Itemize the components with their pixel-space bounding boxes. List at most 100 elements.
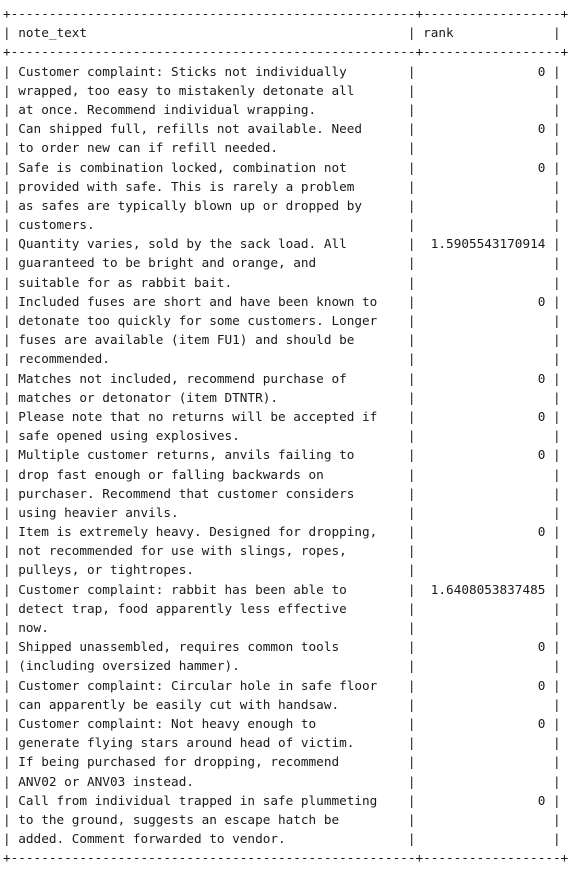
table-row-line: | Quantity varies, sold by the sack load…: [3, 236, 561, 252]
column-header-note-text: note_text: [18, 25, 88, 41]
table-row-line: | (including oversized hammer). | |: [3, 658, 561, 674]
table-row-line: | Matches not included, recommend purcha…: [3, 370, 561, 386]
table-row-line: | safe opened using explosives. | |: [3, 428, 561, 444]
note-text-cell-line: recommended.: [18, 351, 110, 367]
table-row-line: | not recommended for use with slings, r…: [3, 543, 561, 559]
table-header-separator: +---------------------------------------…: [3, 44, 569, 60]
note-text-cell-line: Call from individual trapped in safe plu…: [18, 792, 378, 808]
rank-cell: 1.6408053837485: [430, 581, 546, 597]
note-text-cell-line: Customer complaint: Circular hole in saf…: [18, 677, 378, 693]
table-row-line: | If being purchased for dropping, recom…: [3, 754, 561, 770]
table-row-line: | Please note that no returns will be ac…: [3, 408, 561, 424]
note-text-cell-line: Safe is combination locked, combination …: [18, 159, 347, 175]
note-text-cell-line: Multiple customer returns, anvils failin…: [18, 447, 355, 463]
note-text-cell-line: as safes are typically blown up or dropp…: [18, 197, 363, 213]
note-text-cell-line: safe opened using explosives.: [18, 428, 240, 444]
table-row-line: | Safe is combination locked, combinatio…: [3, 159, 561, 175]
table-row-line: | Call from individual trapped in safe p…: [3, 792, 561, 808]
table-row-line: | at once. Recommend individual wrapping…: [3, 101, 561, 117]
note-text-cell-line: to the ground, suggests an escape hatch …: [18, 811, 340, 827]
table-row-line: | Multiple customer returns, anvils fail…: [3, 447, 561, 463]
rank-cell: 0: [537, 639, 546, 655]
note-text-cell-line: to order new can if refill needed.: [18, 140, 278, 156]
rank-cell: 0: [537, 293, 546, 309]
rank-cell: 0: [537, 408, 546, 424]
table-row-line: | Customer complaint: Sticks not individ…: [3, 63, 561, 79]
table-row-line: | Shipped unassembled, requires common t…: [3, 639, 561, 655]
note-text-cell-line: Please note that no returns will be acce…: [18, 408, 378, 424]
note-text-cell-line: Included fuses are short and have been k…: [18, 293, 378, 309]
table-row-line: | customers. | |: [3, 217, 561, 233]
note-text-cell-line: Customer complaint: Not heavy enough to: [18, 715, 317, 731]
note-text-cell-line: suitable for as rabbit bait.: [18, 274, 233, 290]
table-border-top: +---------------------------------------…: [3, 6, 569, 21]
query-result-console: +---------------------------------------…: [0, 0, 572, 875]
table-row-line: | as safes are typically blown up or dro…: [3, 197, 561, 213]
rank-cell: 0: [537, 63, 546, 79]
note-text-cell-line: Customer complaint: rabbit has been able…: [18, 581, 347, 597]
table-row-line: | Customer complaint: rabbit has been ab…: [3, 581, 561, 597]
note-text-cell-line: wrapped, too easy to mistakenly detonate…: [18, 82, 355, 98]
note-text-cell-line: customers.: [18, 217, 95, 233]
table-row-line: | matches or detonator (item DTNTR). | |: [3, 389, 561, 405]
note-text-cell-line: now.: [18, 620, 49, 635]
column-header-rank: rank: [423, 25, 454, 41]
table-row-line: | Item is extremely heavy. Designed for …: [3, 524, 561, 540]
table-row-line: | purchaser. Recommend that customer con…: [3, 485, 561, 501]
note-text-cell-line: not recommended for use with slings, rop…: [18, 543, 347, 559]
table-row-line: | Can shipped full, refills not availabl…: [3, 121, 561, 137]
table-row-line: | can apparently be easily cut with hand…: [3, 696, 561, 712]
table-border-bottom: +---------------------------------------…: [3, 850, 569, 866]
rank-cell: 0: [537, 792, 546, 808]
table-row-line: | using heavier anvils. | |: [3, 504, 561, 520]
note-text-cell-line: Customer complaint: Sticks not individua…: [18, 63, 347, 79]
note-text-cell-line: added. Comment forwarded to vendor.: [18, 831, 286, 847]
note-text-cell-line: ANV02 or ANV03 instead.: [18, 773, 194, 789]
rank-cell: 0: [537, 121, 546, 137]
note-text-cell-line: fuses are available (item FU1) and shoul…: [18, 332, 355, 348]
table-row-line: | recommended. | |: [3, 351, 561, 367]
rank-cell: 0: [537, 677, 546, 693]
table-row-line: | to order new can if refill needed. | |: [3, 140, 561, 156]
note-text-cell-line: purchaser. Recommend that customer consi…: [18, 485, 355, 501]
note-text-cell-line: detonate too quickly for some customers.…: [18, 313, 378, 328]
note-text-cell-line: at once. Recommend individual wrapping.: [18, 101, 317, 117]
note-text-cell-line: Item is extremely heavy. Designed for dr…: [18, 524, 378, 540]
table-row-line: | guaranteed to be bright and orange, an…: [3, 255, 561, 271]
table-row-line: | Customer complaint: Circular hole in s…: [3, 677, 561, 693]
note-text-cell-line: can apparently be easily cut with handsa…: [18, 696, 340, 712]
note-text-cell-line: If being purchased for dropping, recomme…: [18, 754, 340, 770]
rank-cell: 0: [537, 159, 546, 175]
note-text-cell-line: provided with safe. This is rarely a pro…: [18, 178, 355, 194]
note-text-cell-line: Quantity varies, sold by the sack load. …: [18, 236, 347, 252]
table-row-line: | now. | |: [3, 620, 561, 635]
note-text-cell-line: Matches not included, recommend purchase…: [18, 370, 347, 386]
table-row-line: | pulleys, or tightropes. | |: [3, 562, 561, 578]
note-text-cell-line: generate flying stars around head of vic…: [18, 735, 355, 751]
note-text-cell-line: Can shipped full, refills not available.…: [18, 121, 363, 137]
table-header-row: | note_text | rank |: [3, 25, 561, 41]
table-row-line: | fuses are available (item FU1) and sho…: [3, 332, 561, 348]
note-text-cell-line: Shipped unassembled, requires common too…: [18, 639, 340, 655]
note-text-cell-line: (including oversized hammer).: [18, 658, 240, 674]
rank-cell: 1.5905543170914: [430, 236, 546, 252]
table-row-line: | detect trap, food apparently less effe…: [3, 600, 561, 616]
rank-cell: 0: [537, 524, 546, 540]
rank-cell: 0: [537, 370, 546, 386]
note-text-cell-line: pulleys, or tightropes.: [18, 562, 194, 578]
table-row-line: | to the ground, suggests an escape hatc…: [3, 811, 561, 827]
table-row-line: | generate flying stars around head of v…: [3, 735, 561, 751]
note-text-cell-line: drop fast enough or falling backwards on: [18, 466, 324, 482]
note-text-cell-line: matches or detonator (item DTNTR).: [18, 389, 278, 405]
table-row-line: | provided with safe. This is rarely a p…: [3, 178, 561, 194]
table-row-line: | suitable for as rabbit bait. | |: [3, 274, 561, 290]
table-row-line: | drop fast enough or falling backwards …: [3, 466, 561, 482]
table-row-line: | ANV02 or ANV03 instead. | |: [3, 773, 561, 789]
table-row-line: | added. Comment forwarded to vendor. | …: [3, 831, 561, 847]
note-text-cell-line: using heavier anvils.: [18, 504, 179, 520]
table-row-line: | Included fuses are short and have been…: [3, 293, 561, 309]
rank-cell: 0: [537, 715, 546, 731]
note-text-cell-line: detect trap, food apparently less effect…: [18, 600, 347, 616]
note-text-cell-line: guaranteed to be bright and orange, and: [18, 255, 317, 271]
table-row-line: | wrapped, too easy to mistakenly detona…: [3, 82, 561, 98]
